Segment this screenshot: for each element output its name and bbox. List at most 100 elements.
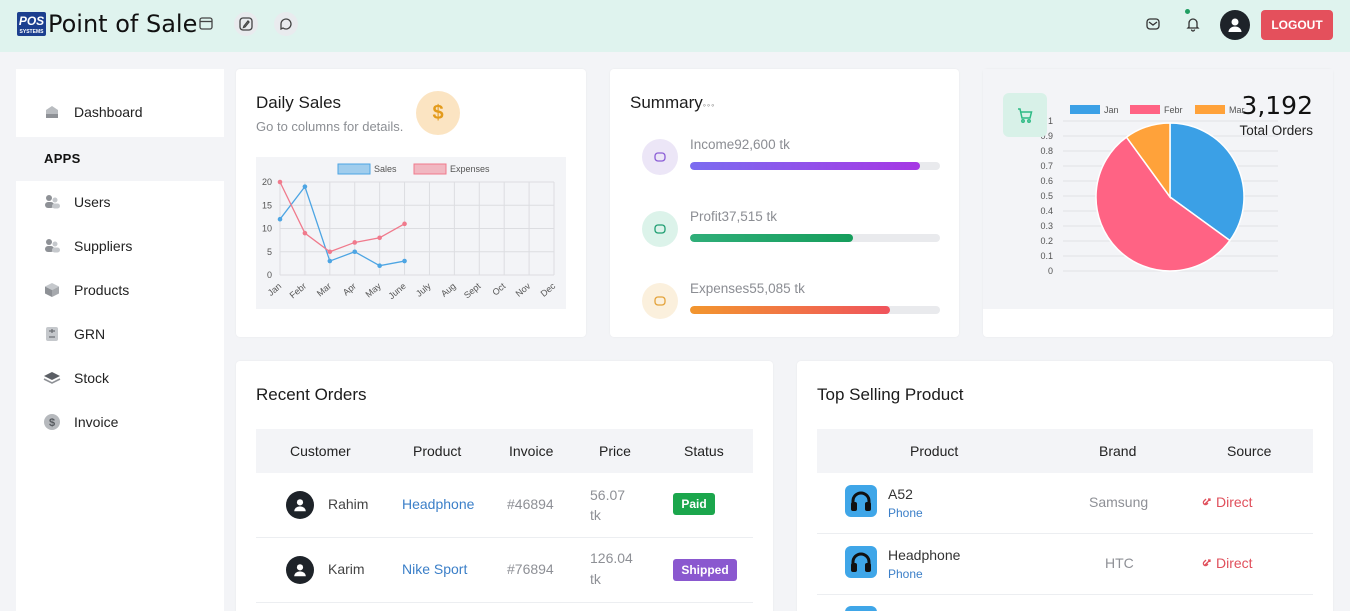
headphone-icon [845, 485, 877, 517]
user-icon [1228, 18, 1242, 32]
column-header: Product [910, 443, 959, 459]
data-point [352, 240, 358, 245]
sidebar-item-grn[interactable]: GRN [16, 312, 224, 356]
x-tick-label: Sept [462, 281, 483, 301]
chart-grid [279, 181, 555, 276]
sidebar-item-label: Stock [74, 370, 110, 386]
pos-logo[interactable]: POS SYSTEMS [17, 12, 46, 36]
dollar-icon: $ [43, 413, 61, 431]
source-label: Direct [1216, 494, 1253, 510]
status-badge: Shipped [673, 559, 737, 581]
y-tick-label: 0 [267, 270, 272, 280]
legend-label: Jan [1104, 105, 1119, 115]
column-header: Customer [290, 443, 351, 459]
bell-icon[interactable] [1180, 11, 1206, 37]
total-orders-value: 3,192 [1241, 91, 1313, 120]
table-row[interactable]: Rahim Headphone #46894 56.07 tk Paid [256, 473, 753, 538]
series-line [279, 181, 405, 253]
x-tick-label: Jan [266, 281, 284, 298]
profit-icon [642, 211, 678, 247]
logo-subtext: SYSTEMS [20, 29, 45, 35]
customer-avatar [286, 556, 314, 584]
daily-sales-card: Daily Sales Go to columns for details. $… [236, 69, 586, 337]
brand-name: HTC [1105, 555, 1134, 571]
sidebar-item-invoice[interactable]: $ Invoice [16, 400, 224, 444]
summary-item-label: Expenses55,085 tk [690, 281, 805, 296]
column-header: Product [413, 443, 462, 459]
summary-progress-fill [690, 306, 890, 314]
table-row[interactable]: Headphone Phone HTC Direct [817, 534, 1313, 595]
link-icon [1202, 559, 1211, 567]
svg-text:$: $ [49, 417, 55, 429]
x-tick-label: Apr [341, 281, 358, 298]
y-tick-label: 0.1 [1040, 251, 1053, 261]
x-tick-label: June [386, 281, 407, 301]
data-point [327, 249, 333, 255]
link-icon [1202, 498, 1211, 506]
x-tick-label: Oct [490, 281, 508, 298]
summary-item-value: 55,085 tk [749, 281, 805, 296]
table-row[interactable]: A52 Phone Samsung Direct [817, 473, 1313, 534]
dashboard-icon [43, 103, 61, 121]
summary-progress-fill [690, 162, 920, 170]
apps-section-title: APPS [44, 151, 81, 166]
y-tick-label: 5 [267, 247, 272, 257]
logout-button[interactable]: LOGOUT [1261, 10, 1333, 40]
data-point [402, 221, 407, 227]
sidebar-item-products[interactable]: Products [16, 268, 224, 312]
source-direct[interactable]: Direct [1201, 555, 1253, 571]
edit-icon[interactable] [234, 12, 258, 36]
source-direct[interactable]: Direct [1201, 494, 1253, 510]
data-point [377, 235, 382, 241]
product-name: Headphone [888, 547, 961, 563]
customer-avatar [286, 491, 314, 519]
total-orders-label: Total Orders [1239, 123, 1313, 138]
calendar-icon[interactable] [195, 12, 217, 34]
recent-orders-title: Recent Orders [256, 385, 367, 404]
sidebar-item-users[interactable]: Users [16, 180, 224, 224]
users-icon [43, 193, 61, 211]
invoice-number: #46894 [507, 496, 554, 512]
summary-progress-track [690, 234, 940, 242]
recent-orders-table-header: Customer Product Invoice Price Status [256, 429, 753, 473]
y-tick-label: 0.6 [1040, 176, 1053, 186]
logo-text: POS [19, 14, 44, 28]
data-point [402, 258, 407, 264]
summary-progress-track [690, 306, 940, 314]
expenses-icon [642, 283, 678, 319]
recent-orders-card: Recent Orders Customer Product Invoice P… [236, 361, 773, 611]
top-selling-card: Top Selling Product Product Brand Source… [797, 361, 1333, 611]
table-row[interactable]: Karim Nike Sport #76894 126.04 tk Shippe… [256, 538, 753, 603]
more-icon[interactable]: ◦◦◦ [703, 100, 716, 110]
sidebar-item-dashboard[interactable]: Dashboard [16, 90, 224, 134]
summary-card: Summary◦◦◦ Income92,600 tk Profit37,515 t… [610, 69, 959, 337]
product-category[interactable]: Phone [888, 567, 923, 581]
sidebar-item-label: GRN [74, 326, 106, 342]
suppliers-icon [43, 237, 61, 255]
product-link[interactable]: Headphone [402, 496, 474, 512]
sidebar-item-suppliers[interactable]: Suppliers [16, 224, 224, 268]
brand-name: Samsung [1089, 494, 1149, 510]
product-category[interactable]: Phone [888, 506, 923, 520]
product-link[interactable]: Nike Sport [402, 561, 467, 577]
legend-swatch [1195, 105, 1225, 114]
mail-icon[interactable] [1140, 11, 1166, 37]
chat-icon[interactable] [274, 12, 298, 36]
customer-name: Rahim [328, 496, 369, 512]
x-tick-label: Aug [439, 281, 458, 299]
source-label: Direct [1216, 555, 1253, 571]
user-avatar[interactable] [1220, 10, 1250, 40]
column-header: Price [599, 443, 631, 459]
sidebar-item-label: Products [74, 282, 130, 298]
top-selling-title: Top Selling Product [817, 385, 964, 404]
sidebar-item-label: Dashboard [74, 104, 143, 120]
y-tick-label: 0.3 [1040, 221, 1053, 231]
y-tick-label: 0.2 [1040, 236, 1053, 246]
sidebar-item-stock[interactable]: Stock [16, 356, 224, 400]
price-value: 126.04 [590, 550, 633, 566]
summary-item-value: 92,600 tk [734, 137, 790, 152]
column-header: Status [684, 443, 724, 459]
summary-title-row: Summary◦◦◦ [630, 93, 715, 113]
y-tick-label: 10 [262, 224, 272, 234]
x-tick-label: July [414, 281, 433, 299]
